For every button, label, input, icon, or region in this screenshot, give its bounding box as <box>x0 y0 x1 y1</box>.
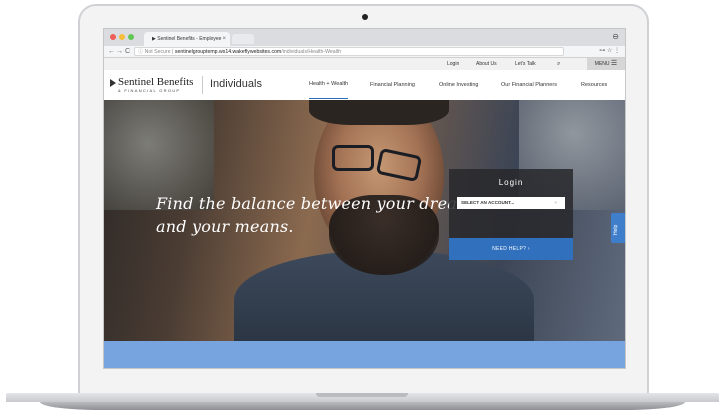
need-help-button[interactable]: NEED HELP? › <box>449 238 573 260</box>
laptop-base <box>0 393 725 413</box>
laptop-notch <box>316 393 408 397</box>
hero-banner: Find the balance between your dreams and… <box>104 100 625 341</box>
browser-tab[interactable]: ▶ Sentinel Benefits - Employee × <box>144 32 230 46</box>
help-tab-label: Help <box>613 224 619 235</box>
forward-icon[interactable]: → <box>116 46 123 57</box>
section-title: Individuals <box>210 78 262 90</box>
login-title: Login <box>498 178 524 187</box>
menu-label: MENU <box>594 61 610 67</box>
lets-talk-link[interactable]: Let's Talk <box>515 58 536 70</box>
laptop-base-bottom <box>40 402 685 410</box>
nav-our-financial-planners[interactable]: Our Financial Planners <box>501 70 557 100</box>
content-strip <box>104 341 625 368</box>
close-window-dot[interactable] <box>110 34 116 40</box>
logo-divider <box>202 76 203 94</box>
login-link[interactable]: Login <box>447 58 459 70</box>
nav-health-wealth[interactable]: Health + Wealth <box>309 70 349 99</box>
tab-close-icon[interactable]: × <box>222 32 226 46</box>
logo-subtitle: & FINANCIAL GROUP <box>118 88 181 93</box>
nav-resources[interactable]: Resources <box>581 70 607 100</box>
glasses-left-lens <box>332 145 374 171</box>
menu-button[interactable]: MENU ☰ <box>587 58 625 70</box>
hero-headline-line2: and your means. <box>156 217 294 236</box>
browser-toolbar: ← → C ⓘ Not Secure | sentinelgrouptemp.w… <box>104 46 625 58</box>
info-icon[interactable]: ⓘ <box>138 49 143 55</box>
security-label: Not Secure <box>144 49 171 55</box>
about-us-link[interactable]: About Us <box>476 58 497 70</box>
hero-headline-line1: Find the balance between your dreams <box>156 194 481 213</box>
profile-icon[interactable]: ⊖ <box>612 32 619 41</box>
minimize-window-dot[interactable] <box>119 34 125 40</box>
help-tab[interactable]: Help <box>611 213 625 243</box>
address-bar[interactable]: ⓘ Not Secure | sentinelgrouptemp.ws14.wa… <box>134 47 564 56</box>
login-panel: Login SELECT AN ACCOUNT... × <box>449 169 573 238</box>
back-icon[interactable]: ← <box>108 46 115 57</box>
account-select-value: SELECT AN ACCOUNT... <box>461 200 515 205</box>
hamburger-icon: ☰ <box>610 60 618 67</box>
hero-headline: Find the balance between your dreams and… <box>156 192 481 238</box>
nav-online-investing[interactable]: Online Investing <box>439 70 478 100</box>
utility-bar: Login About Us Let's Talk ⌕ MENU ☰ <box>104 58 625 70</box>
tab-title: Sentinel Benefits - Employee <box>157 36 222 42</box>
logo-name: Sentinel Benefits <box>118 76 194 88</box>
logo-triangle-icon <box>110 79 116 87</box>
laptop-screen: ▶ Sentinel Benefits - Employee × ⊖ ← → C… <box>103 28 626 369</box>
reload-icon[interactable]: C <box>125 46 130 57</box>
url-host: sentinelgrouptemp.ws14.wakeflywebsites.c… <box>174 49 282 55</box>
url-path: /individuals/Health-Wealth <box>281 49 342 55</box>
clear-icon[interactable]: × <box>554 197 557 209</box>
nav-financial-planning[interactable]: Financial Planning <box>370 70 415 100</box>
browser-tabstrip: ▶ Sentinel Benefits - Employee × ⊖ <box>104 29 625 46</box>
maximize-window-dot[interactable] <box>128 34 134 40</box>
main-navigation: Sentinel Benefits & FINANCIAL GROUP Indi… <box>104 70 625 100</box>
login-widget: Login SELECT AN ACCOUNT... × NEED HELP? … <box>449 169 573 261</box>
search-icon[interactable]: ⌕ <box>557 58 560 70</box>
new-tab-button[interactable] <box>232 34 254 44</box>
account-select[interactable]: SELECT AN ACCOUNT... × <box>457 197 565 209</box>
webcam <box>362 14 368 20</box>
browser-extension-icons[interactable]: ⊶ ☆ ⋮ <box>599 46 620 57</box>
hero-person-hair <box>309 100 449 125</box>
